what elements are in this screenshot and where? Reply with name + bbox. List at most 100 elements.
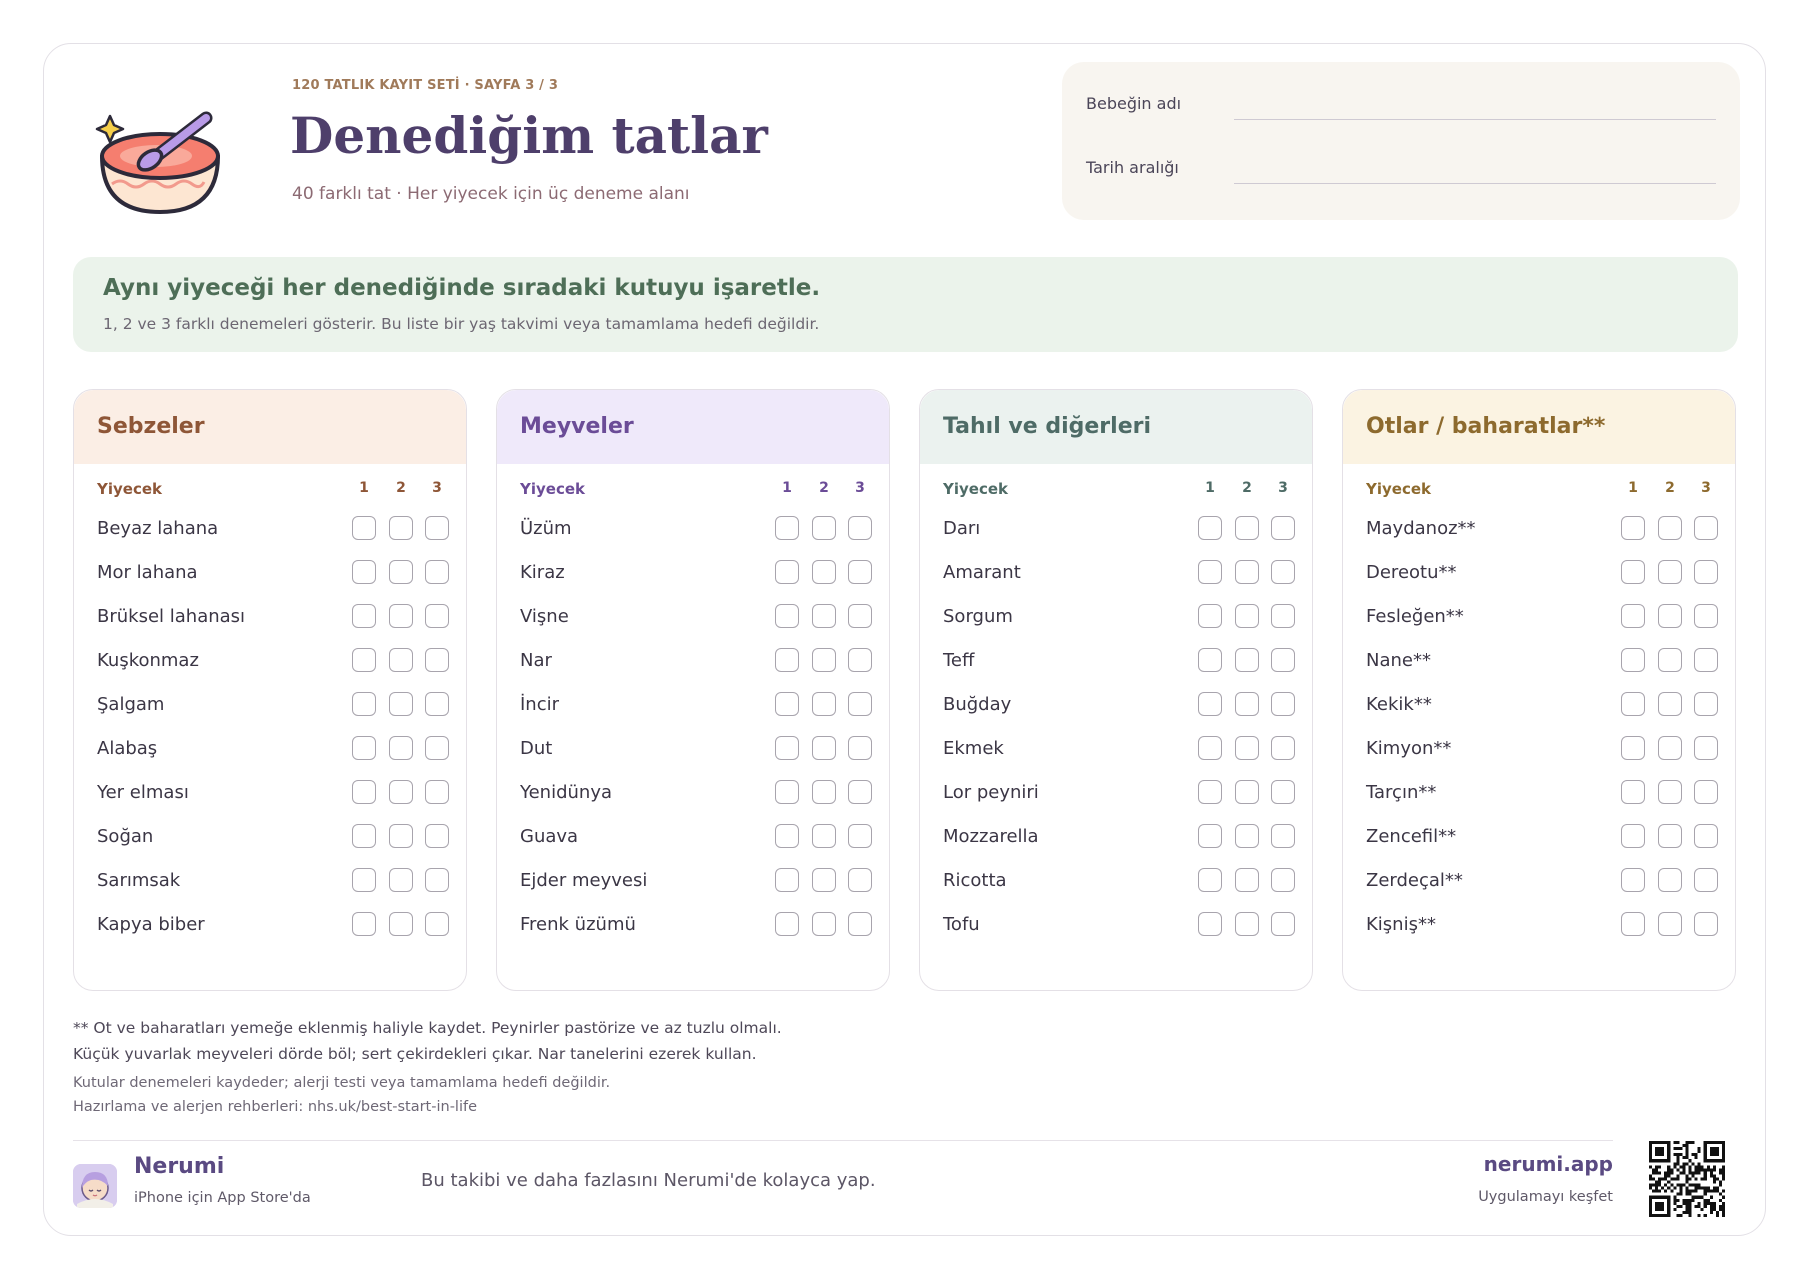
try-1-checkbox[interactable] [352, 604, 376, 628]
site-link[interactable]: nerumi.app [1484, 1152, 1613, 1176]
try-2-checkbox[interactable] [1235, 736, 1259, 760]
try-3-checkbox[interactable] [425, 604, 449, 628]
try-2-checkbox[interactable] [389, 868, 413, 892]
try-3-checkbox[interactable] [1694, 868, 1718, 892]
try-1-checkbox[interactable] [775, 736, 799, 760]
try-1-checkbox[interactable] [1621, 560, 1645, 584]
try-2-checkbox[interactable] [1658, 516, 1682, 540]
try-2-checkbox[interactable] [812, 868, 836, 892]
try-2-checkbox[interactable] [1658, 692, 1682, 716]
try-3-checkbox[interactable] [1271, 780, 1295, 804]
try-3-checkbox[interactable] [425, 516, 449, 540]
try-1-checkbox[interactable] [1198, 648, 1222, 672]
date-range-line[interactable] [1234, 183, 1716, 184]
try-1-checkbox[interactable] [775, 560, 799, 584]
try-1-checkbox[interactable] [352, 516, 376, 540]
try-3-checkbox[interactable] [1694, 912, 1718, 936]
try-3-checkbox[interactable] [425, 912, 449, 936]
try-1-checkbox[interactable] [775, 868, 799, 892]
try-2-checkbox[interactable] [812, 516, 836, 540]
try-2-checkbox[interactable] [812, 780, 836, 804]
try-2-checkbox[interactable] [389, 692, 413, 716]
try-3-checkbox[interactable] [1271, 736, 1295, 760]
try-3-checkbox[interactable] [848, 780, 872, 804]
try-1-checkbox[interactable] [352, 736, 376, 760]
try-3-checkbox[interactable] [848, 648, 872, 672]
try-1-checkbox[interactable] [1621, 648, 1645, 672]
try-3-checkbox[interactable] [425, 824, 449, 848]
try-2-checkbox[interactable] [1235, 560, 1259, 584]
try-1-checkbox[interactable] [1621, 780, 1645, 804]
try-3-checkbox[interactable] [425, 560, 449, 584]
try-3-checkbox[interactable] [848, 604, 872, 628]
try-2-checkbox[interactable] [1658, 604, 1682, 628]
baby-name-field[interactable]: Bebeğin adı [1086, 90, 1716, 120]
try-2-checkbox[interactable] [1658, 868, 1682, 892]
try-1-checkbox[interactable] [775, 824, 799, 848]
try-3-checkbox[interactable] [848, 736, 872, 760]
try-2-checkbox[interactable] [1658, 648, 1682, 672]
try-2-checkbox[interactable] [812, 736, 836, 760]
try-2-checkbox[interactable] [812, 648, 836, 672]
try-3-checkbox[interactable] [1694, 560, 1718, 584]
try-1-checkbox[interactable] [1198, 736, 1222, 760]
try-2-checkbox[interactable] [1658, 912, 1682, 936]
try-2-checkbox[interactable] [389, 516, 413, 540]
date-range-field[interactable]: Tarih aralığı [1086, 154, 1716, 184]
try-1-checkbox[interactable] [352, 780, 376, 804]
try-3-checkbox[interactable] [1694, 604, 1718, 628]
try-3-checkbox[interactable] [1271, 560, 1295, 584]
try-2-checkbox[interactable] [1235, 824, 1259, 848]
try-2-checkbox[interactable] [389, 604, 413, 628]
try-1-checkbox[interactable] [352, 912, 376, 936]
try-1-checkbox[interactable] [352, 560, 376, 584]
try-2-checkbox[interactable] [1235, 912, 1259, 936]
try-2-checkbox[interactable] [1658, 736, 1682, 760]
try-3-checkbox[interactable] [425, 868, 449, 892]
try-2-checkbox[interactable] [812, 560, 836, 584]
try-3-checkbox[interactable] [1271, 516, 1295, 540]
try-2-checkbox[interactable] [389, 780, 413, 804]
try-3-checkbox[interactable] [1271, 824, 1295, 848]
try-1-checkbox[interactable] [1198, 692, 1222, 716]
try-2-checkbox[interactable] [1658, 824, 1682, 848]
try-1-checkbox[interactable] [1621, 912, 1645, 936]
try-1-checkbox[interactable] [1621, 604, 1645, 628]
try-1-checkbox[interactable] [352, 824, 376, 848]
try-3-checkbox[interactable] [1271, 868, 1295, 892]
try-1-checkbox[interactable] [352, 868, 376, 892]
try-2-checkbox[interactable] [1235, 604, 1259, 628]
try-3-checkbox[interactable] [848, 560, 872, 584]
try-2-checkbox[interactable] [389, 560, 413, 584]
try-1-checkbox[interactable] [1198, 912, 1222, 936]
baby-name-line[interactable] [1234, 119, 1716, 120]
try-2-checkbox[interactable] [812, 692, 836, 716]
try-2-checkbox[interactable] [812, 604, 836, 628]
try-1-checkbox[interactable] [775, 912, 799, 936]
try-1-checkbox[interactable] [1621, 516, 1645, 540]
try-1-checkbox[interactable] [1198, 604, 1222, 628]
try-2-checkbox[interactable] [389, 648, 413, 672]
try-3-checkbox[interactable] [848, 912, 872, 936]
try-2-checkbox[interactable] [1235, 692, 1259, 716]
try-3-checkbox[interactable] [848, 692, 872, 716]
try-3-checkbox[interactable] [1271, 648, 1295, 672]
try-2-checkbox[interactable] [812, 912, 836, 936]
try-2-checkbox[interactable] [389, 736, 413, 760]
try-2-checkbox[interactable] [1235, 868, 1259, 892]
try-2-checkbox[interactable] [1235, 648, 1259, 672]
try-1-checkbox[interactable] [1621, 824, 1645, 848]
try-1-checkbox[interactable] [352, 692, 376, 716]
try-2-checkbox[interactable] [812, 824, 836, 848]
try-2-checkbox[interactable] [1235, 516, 1259, 540]
try-1-checkbox[interactable] [775, 692, 799, 716]
try-1-checkbox[interactable] [1198, 780, 1222, 804]
try-3-checkbox[interactable] [1694, 824, 1718, 848]
try-3-checkbox[interactable] [1271, 604, 1295, 628]
try-1-checkbox[interactable] [775, 604, 799, 628]
qr-code[interactable] [1649, 1141, 1725, 1217]
try-2-checkbox[interactable] [389, 824, 413, 848]
try-3-checkbox[interactable] [1694, 692, 1718, 716]
try-3-checkbox[interactable] [1694, 648, 1718, 672]
try-2-checkbox[interactable] [389, 912, 413, 936]
